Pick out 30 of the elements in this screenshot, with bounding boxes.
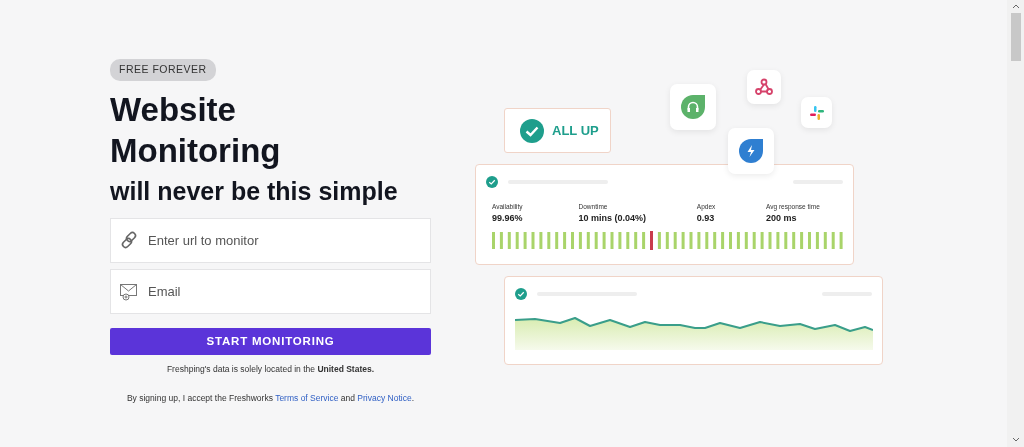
stat-value: 0.93 bbox=[696, 211, 716, 225]
check-icon bbox=[520, 118, 544, 143]
terms-link[interactable]: Terms of Service bbox=[275, 392, 339, 403]
headline: Monitoring bbox=[110, 130, 282, 171]
email-icon bbox=[119, 281, 139, 302]
stat-value: 200 ms bbox=[766, 211, 798, 225]
badge: FREE FOREVER bbox=[110, 59, 216, 81]
scroll-up-icon[interactable] bbox=[1011, 3, 1020, 9]
link-icon bbox=[119, 230, 139, 251]
email-input-field[interactable]: Email bbox=[146, 269, 422, 313]
terms-text: By signing up, I accept the Freshworks Terms of Service and Privacy Notice. bbox=[125, 391, 416, 405]
start-monitoring-button[interactable]: START MONITORING bbox=[110, 327, 431, 355]
scroll-down-icon[interactable] bbox=[1011, 437, 1020, 443]
email-field[interactable]: Email bbox=[110, 268, 431, 314]
privacy-link[interactable]: Privacy Notice bbox=[357, 392, 412, 403]
status-label: ALL UP bbox=[552, 121, 599, 140]
lightning-icon bbox=[739, 139, 763, 163]
slack-icon bbox=[808, 104, 825, 121]
data-location-note: Freshping's data is solely located in the United States. bbox=[165, 362, 376, 376]
check-icon bbox=[486, 176, 498, 188]
headset-icon bbox=[681, 95, 705, 119]
check-icon bbox=[515, 288, 527, 300]
stat-value: 99.96% bbox=[492, 211, 524, 225]
url-input-field[interactable]: Enter url to monitor bbox=[146, 218, 422, 262]
url-field[interactable]: Enter url to monitor bbox=[110, 217, 431, 263]
stat-value: 10 mins (0.04%) bbox=[578, 211, 648, 225]
webhook-icon bbox=[755, 78, 773, 96]
headline: Website bbox=[110, 89, 237, 130]
scrollbar-thumb[interactable] bbox=[1010, 13, 1021, 61]
subheadline: will never be this simple bbox=[110, 175, 399, 206]
